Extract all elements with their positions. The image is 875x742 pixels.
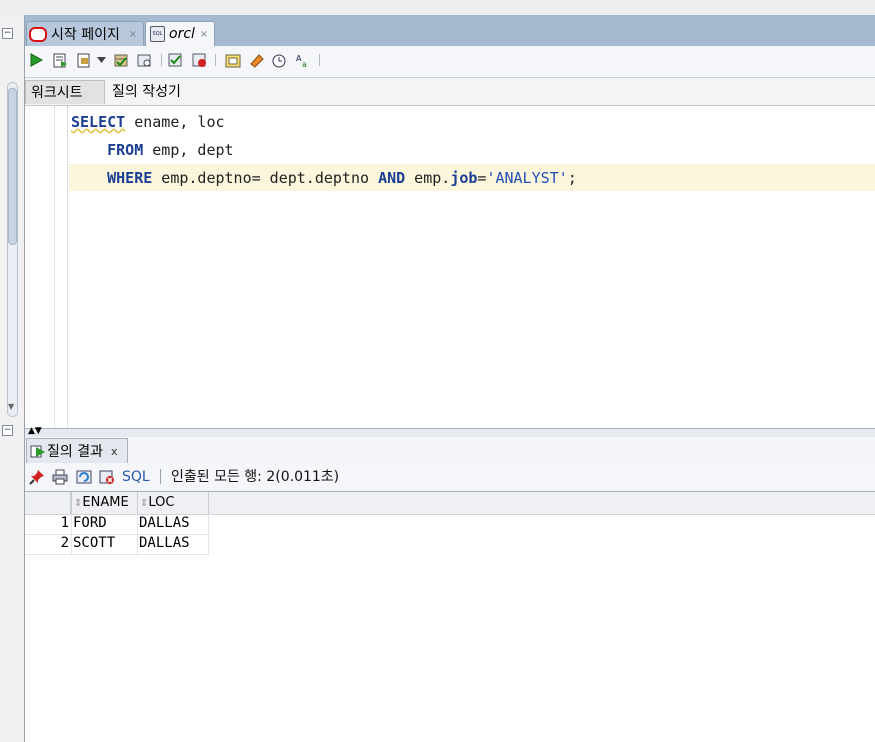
sql-tuning-icon[interactable] [225, 52, 241, 68]
results-toolbar [25, 463, 875, 492]
tab-label: 질의 결과 [47, 444, 103, 460]
keyword-from: FROM [107, 141, 144, 159]
row-number: 2 [60, 535, 69, 551]
print-icon[interactable] [52, 469, 68, 485]
code-text: emp. [405, 169, 451, 187]
code-line-1[interactable]: SELECT ename, loc [71, 112, 225, 132]
row-number-header [25, 492, 71, 514]
rollback-transaction-icon[interactable] [191, 52, 207, 68]
window-top-bar [0, 0, 875, 15]
cell-ename[interactable]: FORD [73, 513, 137, 533]
minimize-panel-icon-lower[interactable]: − [2, 425, 13, 436]
commit-transaction-icon[interactable] [167, 52, 183, 68]
close-icon[interactable]: × [129, 29, 137, 40]
code-text: ; [567, 169, 577, 187]
toolbar-separator [215, 54, 216, 66]
code-text: ename, loc [125, 113, 225, 131]
autotrace-icon[interactable] [76, 52, 92, 68]
tab-start-page[interactable]: 시작 페이지 × [26, 21, 144, 46]
cancel-query-icon[interactable] [99, 469, 115, 485]
chevron-down-icon[interactable] [97, 57, 106, 63]
editor-margin-line [67, 106, 68, 428]
svg-text:a: a [302, 60, 307, 68]
row-number: 1 [60, 515, 69, 531]
code-line-3[interactable]: WHERE emp.deptno= dept.deptno AND emp.jo… [71, 168, 577, 188]
scroll-down-arrow-icon[interactable]: ▼ [8, 402, 14, 411]
query-result-icon [30, 445, 45, 458]
editor-gutter [25, 106, 68, 428]
keyword-job: job [450, 169, 478, 187]
column-header-ename[interactable]: ⇕ENAME [71, 492, 138, 514]
cell-ename[interactable]: SCOTT [73, 533, 137, 553]
worksheet-toolbar [25, 46, 875, 78]
minimize-panel-icon[interactable]: − [2, 28, 13, 39]
commit-icon[interactable] [113, 52, 129, 68]
keyword-where: WHERE [107, 169, 153, 187]
code-text: emp, dept [143, 141, 234, 159]
column-header-loc[interactable]: ⇕LOC [137, 492, 209, 514]
column-divider [71, 514, 72, 554]
toolbar-separator [161, 54, 162, 66]
keyword-and: AND [378, 169, 406, 187]
rollback-icon[interactable] [136, 52, 152, 68]
subtab-worksheet[interactable]: 워크시트 [25, 80, 105, 104]
run-statement-icon[interactable] [28, 52, 44, 68]
gutter-divider [54, 106, 55, 428]
pin-icon[interactable] [29, 469, 45, 485]
keyword-select: SELECT [71, 113, 126, 131]
splitter-arrows-icon[interactable]: ▲▼ [28, 426, 42, 436]
oracle-logo-icon [29, 26, 47, 42]
tab-query-result[interactable]: 질의 결과 x [26, 438, 128, 463]
tab-label: orcl [169, 26, 195, 42]
subtab-query-builder[interactable]: 질의 작성기 [107, 80, 186, 104]
close-icon[interactable]: × [200, 29, 208, 40]
sql-history-icon[interactable] [271, 52, 287, 68]
sql-link[interactable]: SQL [122, 467, 150, 487]
clear-eraser-icon[interactable] [249, 52, 265, 68]
code-line-2[interactable]: FROM emp, dept [71, 140, 234, 160]
run-script-icon[interactable] [52, 52, 68, 68]
string-literal: 'ANALYST' [486, 169, 568, 187]
code-text: emp.deptno= dept.deptno [152, 169, 379, 187]
fetch-status-text: 인출된 모든 행: 2(0.011초) [171, 469, 340, 485]
sql-worksheet-icon: SQL [150, 26, 165, 42]
tab-label: 시작 페이지 [51, 27, 120, 43]
refresh-icon[interactable] [76, 469, 93, 485]
column-divider [208, 514, 209, 554]
close-icon[interactable]: x [111, 445, 118, 458]
tab-orcl[interactable]: SQL orcl × [145, 21, 215, 46]
cell-loc[interactable]: DALLAS [139, 533, 209, 553]
format-text-icon[interactable]: Aa [295, 52, 311, 68]
column-divider [137, 514, 138, 554]
cell-loc[interactable]: DALLAS [139, 513, 209, 533]
results-tab-bar [25, 437, 875, 463]
toolbar-separator [319, 54, 320, 66]
navigator-scroll-thumb[interactable] [8, 88, 17, 245]
toolbar-separator [160, 469, 161, 484]
